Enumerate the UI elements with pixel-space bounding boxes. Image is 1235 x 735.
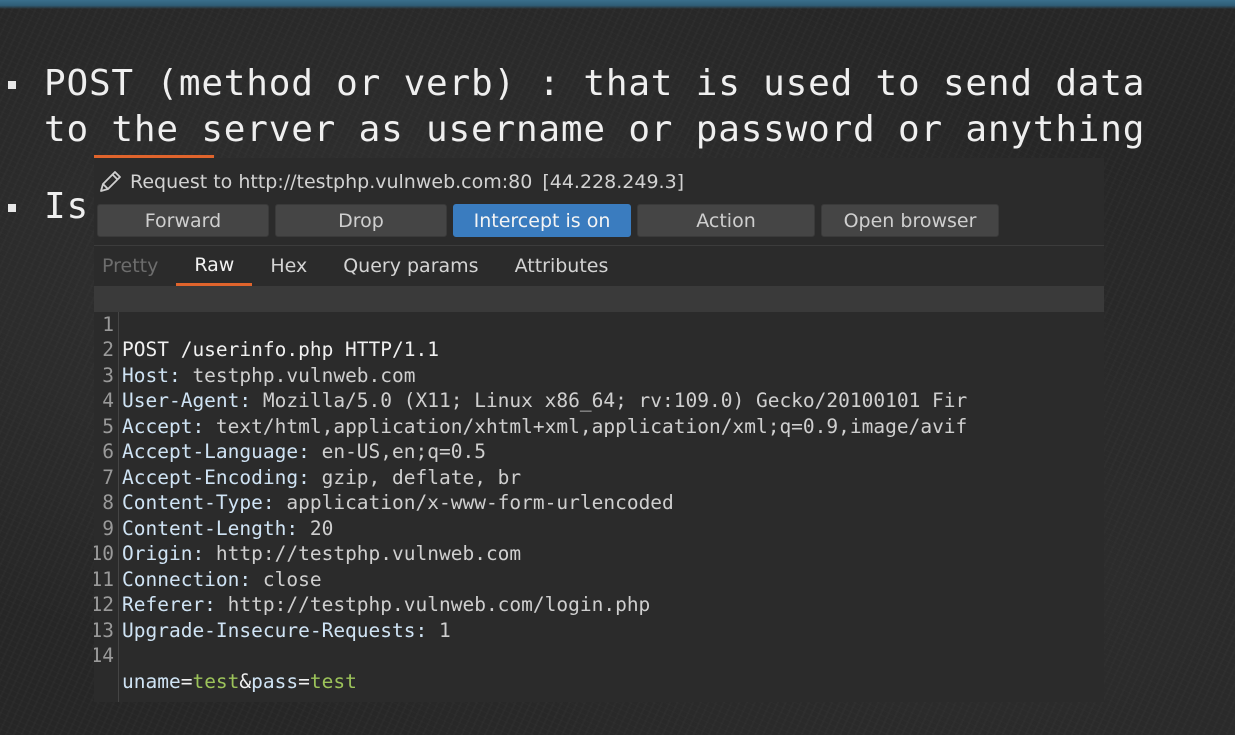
line-number: 14 — [94, 644, 114, 667]
action-button[interactable]: Action — [637, 204, 815, 237]
intercept-panel: Request to http://testphp.vulnweb.com:80… — [94, 158, 1104, 702]
code-line-header: 2 Host: testphp.vulnweb.com — [94, 312, 1104, 387]
slide-bullet-1-line-1: POST (method or verb) : that is used to … — [44, 63, 1146, 104]
drop-button[interactable]: Drop — [275, 204, 447, 237]
request-editor[interactable]: 1 POST /userinfo.php HTTP/1.1 2 Host: te… — [94, 286, 1104, 702]
intercept-toggle-button[interactable]: Intercept is on — [453, 204, 631, 237]
code-line-request: 1 POST /userinfo.php HTTP/1.1 — [94, 286, 1104, 361]
code-line-header: 6 Accept-Encoding: gzip, deflate, br — [94, 414, 1104, 489]
code-line-header: 12 Upgrade-Insecure-Requests: 1 — [94, 567, 1104, 642]
code-line-header: 8 Content-Length: 20 — [94, 465, 1104, 540]
tab-raw[interactable]: Raw — [176, 246, 253, 286]
tab-pretty[interactable]: Pretty — [94, 246, 176, 286]
code-line-header: 11 Referer: http://testphp.vulnweb.com/l… — [94, 541, 1104, 617]
code-line-header: 10 Connection: close — [94, 516, 1104, 591]
param-value: test — [309, 669, 357, 693]
tab-attributes[interactable]: Attributes — [497, 246, 627, 286]
request-title-bar: Request to http://testphp.vulnweb.com:80… — [94, 166, 684, 198]
slide-bullet-1 — [8, 81, 16, 89]
code-line-body: 14 uname=test&pass=test — [94, 618, 1104, 693]
pencil-icon[interactable] — [94, 166, 126, 198]
request-body: uname=test&pass=test — [122, 669, 357, 695]
slide-bullet-2-text: Is — [44, 186, 89, 227]
forward-button[interactable]: Forward — [97, 204, 269, 237]
code-line-header: 7 Content-Type: application/x-www-form-u… — [94, 439, 1104, 515]
code-line-header: 9 Origin: http://testphp.vulnweb.com — [94, 490, 1104, 566]
param-equals: = — [180, 669, 193, 693]
code-line-blank: 13 — [94, 592, 1104, 642]
intercept-toolbar: Forward Drop Intercept is on Action Open… — [97, 204, 999, 237]
message-view-tabs: Pretty Raw Hex Query params Attributes — [94, 245, 1104, 286]
code-line-header: 4 Accept: text/html,application/xhtml+xm… — [94, 363, 1104, 438]
tab-query-params[interactable]: Query params — [325, 246, 496, 286]
param-equals: = — [298, 669, 310, 693]
request-target: Request to http://testphp.vulnweb.com:80 — [130, 171, 533, 193]
param-value: test — [192, 669, 240, 693]
open-browser-button[interactable]: Open browser — [821, 204, 999, 237]
param-separator: & — [239, 669, 252, 693]
slide-top-rule — [0, 0, 1235, 9]
slide-bullet-2 — [8, 204, 16, 212]
code-line-header: 5 Accept-Language: en-US,en;q=0.5 — [94, 388, 1104, 464]
param-name: pass — [251, 669, 299, 693]
tab-hex[interactable]: Hex — [252, 246, 325, 286]
request-ip: [44.228.249.3] — [542, 171, 685, 193]
code-line-header: 3 User-Agent: Mozilla/5.0 (X11; Linux x8… — [94, 337, 1104, 413]
slide-bullet-1-line-2: to the server as username or password or… — [44, 109, 1146, 150]
param-name: uname — [122, 669, 181, 693]
